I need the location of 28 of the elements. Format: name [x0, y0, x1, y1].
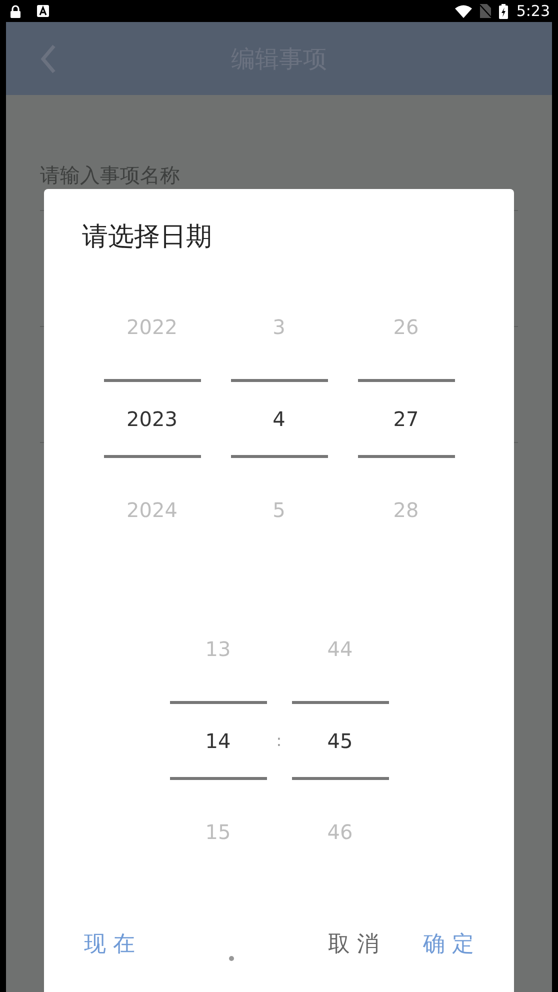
- wheel-option[interactable]: 5: [230, 458, 328, 562]
- app-notification-icon: [37, 5, 49, 17]
- dialog-button[interactable]: 现 在: [82, 926, 137, 962]
- wheel-option[interactable]: 2023: [104, 379, 200, 458]
- wheel-option[interactable]: 14: [170, 701, 266, 780]
- wheel-option[interactable]: 44: [292, 597, 388, 701]
- time-separator: :: [276, 730, 282, 752]
- no-sim-icon: [480, 4, 492, 18]
- wheel-option[interactable]: 26: [358, 275, 454, 379]
- dot-icon: [229, 956, 234, 960]
- lock-icon: [10, 4, 21, 18]
- wheel-option[interactable]: 3: [230, 275, 328, 379]
- wheel-option[interactable]: 15: [170, 780, 266, 884]
- wheel-option[interactable]: 2022: [104, 275, 200, 379]
- wheel-option[interactable]: 27: [358, 379, 454, 458]
- dialog-button[interactable]: 取 消: [326, 926, 381, 962]
- dialog-title: 请选择日期: [82, 221, 213, 254]
- wheel-option[interactable]: 28: [358, 458, 454, 562]
- wheel-option[interactable]: 45: [292, 701, 388, 780]
- wheel-option[interactable]: 4: [230, 379, 328, 458]
- wheel-option[interactable]: 46: [292, 780, 388, 884]
- back-icon[interactable]: [40, 44, 56, 74]
- wheel-option[interactable]: 13: [170, 597, 266, 701]
- status-time: 5:23: [516, 0, 550, 22]
- dialog-button[interactable]: 确 定: [421, 926, 476, 962]
- battery-icon: [499, 4, 508, 18]
- wifi-icon: [455, 4, 472, 18]
- wheel-option[interactable]: 2024: [104, 458, 200, 562]
